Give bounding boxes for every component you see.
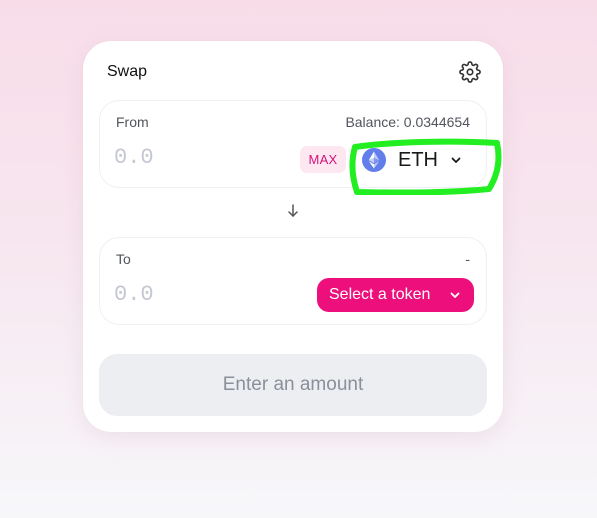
enter-amount-button[interactable]: Enter an amount — [99, 354, 487, 416]
select-token-label: Select a token — [329, 286, 431, 303]
from-balance: Balance: 0.0344654 — [345, 114, 470, 130]
from-token-selector[interactable]: ETH — [362, 146, 470, 174]
from-token-symbol: ETH — [398, 149, 438, 171]
chevron-down-icon — [451, 157, 461, 163]
from-amount-input[interactable] — [114, 145, 264, 170]
swap-header: Swap — [107, 61, 481, 83]
to-balance: - — [465, 251, 470, 267]
from-label: From — [116, 114, 149, 130]
swap-title: Swap — [107, 63, 148, 80]
from-panel: From Balance: 0.0344654 MAX ETH — [99, 100, 487, 188]
to-panel: To - Select a token — [99, 237, 487, 325]
chevron-down-icon — [450, 292, 460, 298]
swap-card: Swap From Balance: 0.0344654 MAX ETH — [83, 41, 503, 432]
gear-icon[interactable] — [459, 61, 481, 83]
to-amount-input[interactable] — [114, 282, 264, 307]
to-label: To — [116, 251, 131, 267]
ethereum-icon — [362, 148, 386, 172]
select-token-button[interactable]: Select a token — [317, 278, 474, 312]
max-button[interactable]: MAX — [300, 146, 346, 173]
arrow-down-icon[interactable] — [286, 203, 300, 219]
